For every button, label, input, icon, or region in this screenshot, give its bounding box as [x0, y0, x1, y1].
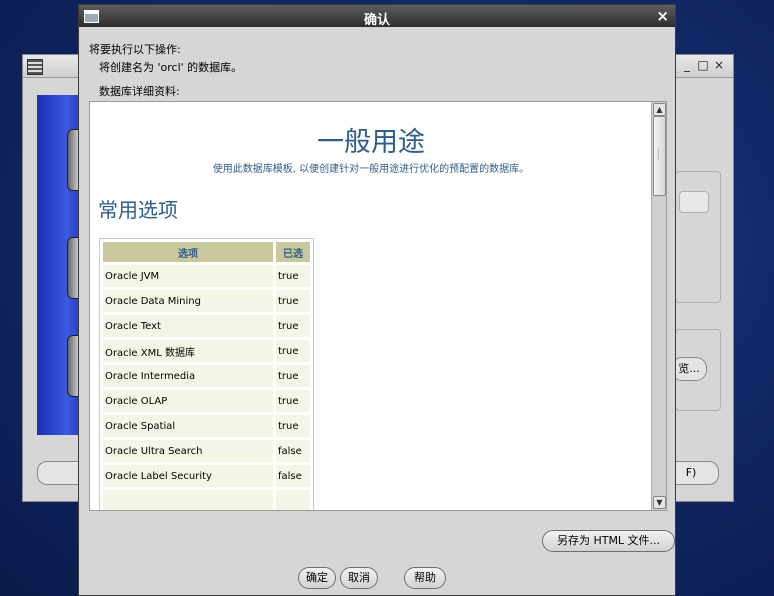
table-row: Oracle OLAP true: [103, 390, 310, 412]
help-button[interactable]: 帮助: [404, 567, 446, 589]
close-icon[interactable]: ×: [656, 7, 669, 25]
table-row: Oracle Ultra Search false: [103, 440, 310, 462]
app-icon: [27, 59, 43, 75]
details-html-panel[interactable]: 一般用途 使用此数据库模板, 以便创建针对一般用途进行优化的预配置的数据库。 常…: [89, 101, 667, 511]
browse-button[interactable]: 览...: [671, 357, 707, 381]
scroll-up-icon[interactable]: ▲: [653, 103, 666, 116]
table-row: Oracle Intermedia true: [103, 365, 310, 387]
template-description: 使用此数据库模板, 以便创建针对一般用途进行优化的预配置的数据库。: [212, 164, 530, 175]
option-name: Oracle XML 数据库: [103, 340, 273, 362]
option-name: Oracle Ultra Search: [103, 440, 273, 462]
option-name: Oracle OLAP: [103, 390, 273, 412]
option-name: [103, 490, 273, 510]
options-table: 选项 已选 Oracle JVM true Oracle Data Mining t…: [99, 238, 314, 510]
details-label: 数据库详细资料:: [99, 85, 180, 98]
column-header-selected: 已选: [276, 242, 310, 262]
option-name: Oracle Spatial: [103, 415, 273, 437]
option-name: Oracle Label Security: [103, 465, 273, 487]
table-row: Oracle JVM true: [103, 265, 310, 287]
option-selected: [276, 490, 310, 510]
option-name: Oracle Data Mining: [103, 290, 273, 312]
table-row: Oracle Data Mining true: [103, 290, 310, 312]
template-title: 一般用途: [317, 127, 425, 158]
close-icon[interactable]: ×: [713, 59, 725, 71]
option-selected: true: [276, 390, 310, 412]
grip-icon: ⁝ ⁝: [657, 147, 660, 162]
option-name: Oracle Intermedia: [103, 365, 273, 387]
option-selected: false: [276, 440, 310, 462]
table-row: Oracle Text true: [103, 315, 310, 337]
dialog-title: 确认: [363, 13, 390, 28]
background-field: [679, 191, 709, 213]
option-selected: true: [276, 315, 310, 337]
option-selected: true: [276, 365, 310, 387]
table-row: Oracle XML 数据库 true: [103, 340, 310, 362]
ok-button[interactable]: 确定: [298, 567, 336, 589]
minimize-icon[interactable]: _: [681, 59, 693, 71]
confirm-dialog: 确认 × 将要执行以下操作: 将创建名为 'orcl' 的数据库。 数据库详细资…: [78, 4, 676, 596]
option-name: Oracle Text: [103, 315, 273, 337]
table-row: Oracle Label Security false: [103, 465, 310, 487]
section-title: 常用选项: [98, 198, 178, 222]
dialog-titlebar: 确认 ×: [79, 5, 675, 28]
option-selected: true: [276, 265, 310, 287]
option-selected: true: [276, 415, 310, 437]
option-name: Oracle JVM: [103, 265, 273, 287]
option-selected: true: [276, 290, 310, 312]
maximize-icon[interactable]: □: [697, 59, 709, 71]
intro-label: 将要执行以下操作:: [89, 43, 181, 56]
option-selected: true: [276, 340, 310, 362]
table-row: Oracle Spatial true: [103, 415, 310, 437]
column-header-option: 选项: [103, 242, 273, 262]
scroll-down-icon[interactable]: ▼: [653, 496, 666, 509]
cancel-button[interactable]: 取消: [340, 567, 378, 589]
option-selected: false: [276, 465, 310, 487]
action-text: 将创建名为 'orcl' 的数据库。: [99, 61, 243, 74]
table-row: [103, 490, 310, 510]
vertical-scrollbar[interactable]: ▲ ⁝ ⁝ ▼: [651, 102, 666, 510]
scrollbar-thumb[interactable]: ⁝ ⁝: [653, 116, 666, 196]
save-as-html-button[interactable]: 另存为 HTML 文件...: [542, 530, 675, 552]
